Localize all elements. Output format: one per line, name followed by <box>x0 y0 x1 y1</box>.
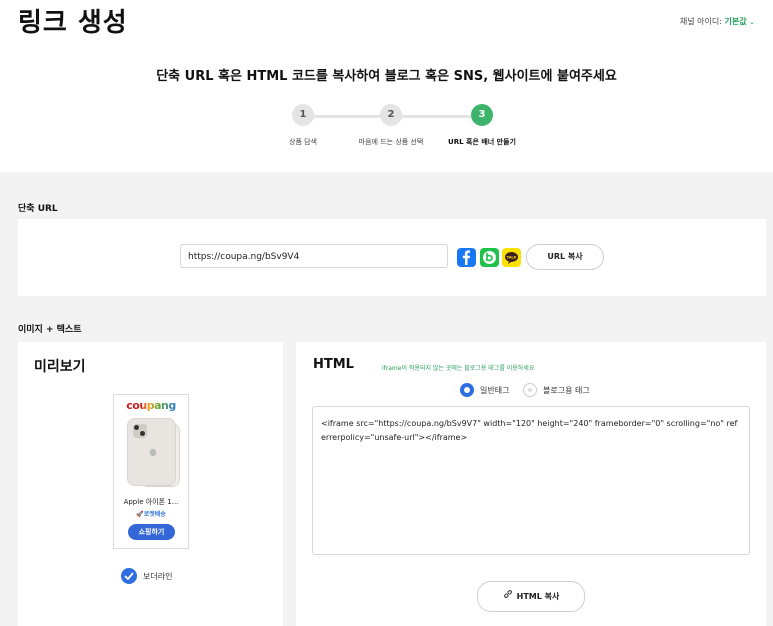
svg-text:TALK: TALK <box>507 256 517 260</box>
image-text-section-title: 이미지 + 텍스트 <box>18 325 82 335</box>
banner-shop-button: 쇼핑하기 <box>128 524 175 540</box>
short-url-section-title: 단축 URL <box>18 204 58 214</box>
url-copy-button[interactable]: URL 복사 <box>526 244 604 270</box>
link-icon <box>503 582 513 611</box>
radio-normal-tag[interactable] <box>460 383 474 397</box>
channel-value[interactable]: 기본값 <box>724 17 746 26</box>
radio-blog-tag[interactable] <box>523 383 537 397</box>
radio-blog-tag-label[interactable]: 블로그용 태그 <box>543 385 590 396</box>
step-3: 3 <box>471 104 493 126</box>
facebook-icon[interactable] <box>457 248 476 267</box>
html-copy-label: HTML 복사 <box>516 592 560 601</box>
product-image <box>127 418 176 486</box>
html-code-field[interactable]: <iframe src="https://coupa.ng/bSv9V7" wi… <box>312 406 750 555</box>
html-title: HTML <box>313 357 354 372</box>
check-icon <box>124 572 134 580</box>
channel-label: 채널 아이디: <box>679 17 722 26</box>
border-label: 보더라인 <box>143 572 173 581</box>
preview-title: 미리보기 <box>34 359 86 375</box>
headline: 단축 URL 혹은 HTML 코드를 복사하여 블로그 혹은 SNS, 웹사이트… <box>156 69 617 84</box>
banner-preview: coupang Apple 아이폰 1... 🚀로켓배송 쇼핑하기 <box>113 394 189 549</box>
band-icon[interactable] <box>480 248 499 267</box>
page-title: 링크 생성 <box>18 8 128 38</box>
chevron-down-icon[interactable]: ⌄ <box>749 18 755 26</box>
border-checkbox[interactable] <box>121 568 137 584</box>
step-2: 2 <box>380 104 402 126</box>
step-1: 1 <box>292 104 314 126</box>
short-url-field[interactable]: https://coupa.ng/bSv9V4 <box>180 244 448 268</box>
radio-normal-tag-label[interactable]: 일반태그 <box>480 385 509 396</box>
step-2-label: 마음에 드는 상품 선택 <box>358 138 424 146</box>
rocket-icon: 🚀 <box>136 511 144 518</box>
step-indicator: 1 2 3 상품 담색 마음에 드는 상품 선택 URL 혹은 배너 만들기 <box>286 104 516 154</box>
channel-id[interactable]: 채널 아이디: 기본값 ⌄ <box>680 16 755 27</box>
banner-product-name: Apple 아이폰 1... <box>123 498 179 506</box>
step-1-label: 상품 담색 <box>289 138 317 146</box>
step-3-label: URL 혹은 배너 만들기 <box>448 138 516 146</box>
html-copy-button[interactable]: HTML 복사 <box>477 581 585 612</box>
coupang-logo: coupang <box>126 399 176 412</box>
kakaotalk-icon[interactable]: TALK <box>502 248 521 267</box>
rocket-badge: 🚀로켓배송 <box>136 511 166 518</box>
html-note: iframe이 적용되지 않는 곳에는 블로그용 태그를 이용하세요 <box>382 365 535 372</box>
